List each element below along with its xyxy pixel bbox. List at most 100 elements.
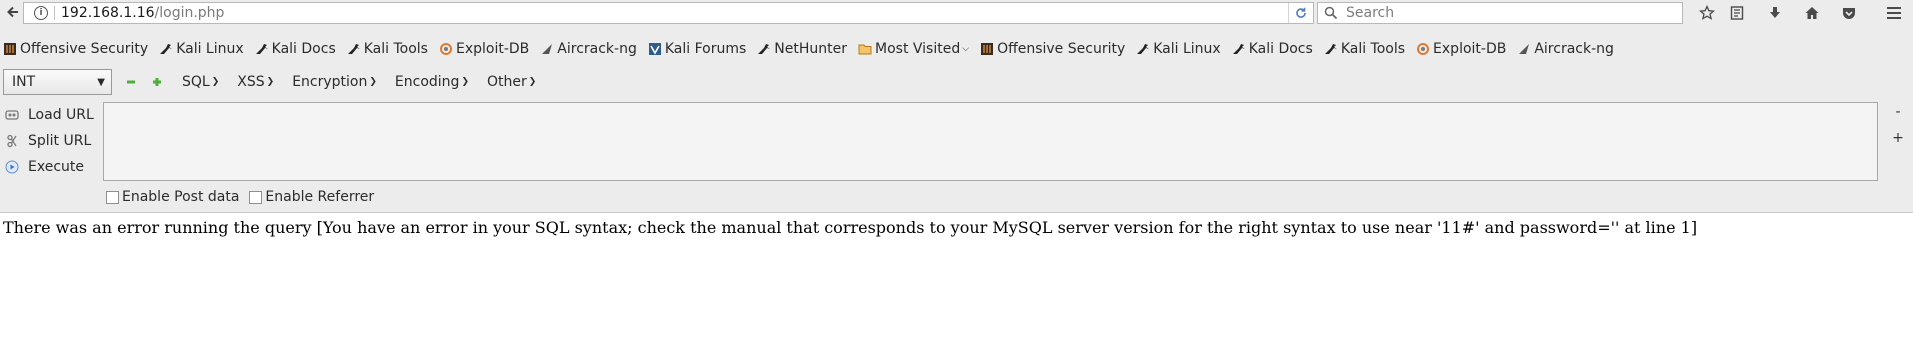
- bookmark-kali-linux[interactable]: Kali Linux: [159, 41, 244, 57]
- bookmark-kali-tools[interactable]: Kali Tools: [1324, 41, 1405, 57]
- bookmark-kali-tools[interactable]: Kali Tools: [347, 41, 428, 57]
- bookmarks-toolbar: Offensive Security Kali Linux Kali Docs …: [0, 38, 1913, 60]
- sql-error-message: There was an error running the query [Yo…: [3, 218, 1698, 237]
- search-placeholder: Search: [1346, 5, 1395, 21]
- execute-label: Execute: [28, 159, 84, 175]
- chevron-down-icon: ⌵: [962, 44, 970, 54]
- downloads-button[interactable]: [1762, 2, 1788, 24]
- menu-label: Other: [486, 74, 527, 90]
- bookmark-kali-docs[interactable]: Kali Docs: [255, 41, 336, 57]
- split-url-button[interactable]: Split URL: [4, 128, 104, 154]
- enable-referrer-label: Enable Referrer: [265, 189, 375, 205]
- enable-referrer-option[interactable]: Enable Referrer: [249, 189, 374, 205]
- download-arrow-icon: [1770, 7, 1780, 18]
- menu-other[interactable]: Other ❯: [487, 74, 536, 90]
- decrement-button[interactable]: [124, 75, 138, 89]
- kali-forums-icon: [648, 42, 662, 56]
- increment-button[interactable]: [150, 75, 164, 89]
- url-bar[interactable]: i 192.168.1.16/login.php: [23, 2, 1314, 24]
- bookmark-most-visited[interactable]: Most Visited ⌵: [858, 41, 969, 57]
- load-url-icon: [4, 107, 20, 123]
- load-url-button[interactable]: Load URL: [4, 102, 104, 128]
- menu-encoding[interactable]: Encoding ❯: [395, 74, 469, 90]
- menu-label: Encryption: [292, 74, 368, 90]
- star-icon: [1699, 5, 1715, 20]
- menu-label: SQL: [182, 74, 210, 90]
- chevron-down-icon: ❯: [369, 77, 377, 87]
- bookmarks-library-icon: [1730, 6, 1744, 20]
- pocket-button[interactable]: [1836, 2, 1862, 24]
- bookmark-aircrack-ng[interactable]: Aircrack-ng: [1517, 41, 1614, 57]
- hackbar-url-textarea[interactable]: [103, 102, 1878, 181]
- menu-label: Encoding: [394, 74, 460, 90]
- menu-xss[interactable]: XSS ❯: [237, 74, 274, 90]
- execute-button[interactable]: Execute: [4, 154, 104, 180]
- bookmark-aircrack-ng[interactable]: Aircrack-ng: [540, 41, 637, 57]
- enable-referrer-checkbox[interactable]: [249, 190, 263, 204]
- kali-dragon-icon: [347, 42, 361, 56]
- bookmark-label: Kali Docs: [271, 41, 336, 57]
- aircrack-icon: [1517, 42, 1531, 56]
- chevron-down-icon: ❯: [528, 77, 537, 87]
- hackbar-actions: Load URL Split URL Execute: [4, 102, 104, 180]
- shrink-textarea-button[interactable]: -: [1890, 104, 1906, 120]
- bookmark-label: Aircrack-ng: [1534, 41, 1614, 57]
- expand-textarea-button[interactable]: +: [1890, 130, 1906, 146]
- exploitdb-icon: [1416, 42, 1430, 56]
- bookmark-offensive-security[interactable]: Offensive Security: [3, 41, 148, 57]
- enable-post-data-option[interactable]: Enable Post data: [106, 189, 239, 205]
- plus-green-icon: [153, 78, 161, 86]
- bookmark-offensive-security[interactable]: Offensive Security: [980, 41, 1125, 57]
- site-info-icon[interactable]: i: [34, 6, 48, 20]
- split-url-icon: [4, 133, 20, 149]
- menu-encryption[interactable]: Encryption ❯: [292, 74, 377, 90]
- kali-dragon-icon: [757, 42, 771, 56]
- bookmark-kali-linux[interactable]: Kali Linux: [1136, 41, 1221, 57]
- bookmark-label: Kali Docs: [1248, 41, 1313, 57]
- menu-sql[interactable]: SQL ❯: [182, 74, 219, 90]
- bookmark-exploit-db[interactable]: Exploit-DB: [1416, 41, 1506, 57]
- search-bar[interactable]: Search: [1317, 2, 1683, 24]
- bookmark-kali-docs[interactable]: Kali Docs: [1232, 41, 1313, 57]
- search-icon: [1324, 6, 1338, 20]
- int-type-select[interactable]: INT ▼: [3, 69, 112, 95]
- url-divider: [54, 6, 55, 20]
- menu-button[interactable]: [1881, 2, 1907, 24]
- reading-list-button[interactable]: [1724, 2, 1750, 24]
- bookmark-label: Offensive Security: [20, 41, 149, 57]
- load-url-label: Load URL: [28, 107, 94, 123]
- chevron-down-icon: ❯: [266, 77, 275, 87]
- bookmark-label: Kali Linux: [1153, 41, 1221, 57]
- bookmark-label: Exploit-DB: [455, 41, 530, 57]
- kali-dragon-icon: [1232, 42, 1246, 56]
- navigation-bar: i 192.168.1.16/login.php Search: [0, 0, 1913, 26]
- offsec-icon: [3, 42, 17, 56]
- split-url-label: Split URL: [28, 133, 92, 149]
- kali-dragon-icon: [1136, 42, 1150, 56]
- chevron-down-icon: ▼: [97, 76, 105, 88]
- chevron-down-icon: ❯: [461, 77, 469, 87]
- aircrack-icon: [540, 42, 554, 56]
- bookmark-label: Kali Linux: [176, 41, 244, 57]
- reload-button[interactable]: [1288, 3, 1313, 23]
- menu-label: XSS: [237, 74, 265, 90]
- pocket-icon: [1843, 8, 1855, 19]
- hackbar-toolbar: INT ▼ SQL ❯ XSS ❯ Encryption ❯ Encoding ❯ Ot…: [0, 69, 1913, 95]
- bookmark-exploit-db[interactable]: Exploit-DB: [439, 41, 529, 57]
- kali-dragon-icon: [1324, 42, 1338, 56]
- bookmark-label: Exploit-DB: [1433, 41, 1507, 57]
- minus-green-icon: [127, 80, 135, 84]
- bookmark-kali-forums[interactable]: Kali Forums: [648, 41, 746, 57]
- enable-post-data-label: Enable Post data: [122, 189, 240, 205]
- home-button[interactable]: [1799, 2, 1825, 24]
- bookmark-label: Offensive Security: [997, 41, 1126, 57]
- bookmark-nethunter[interactable]: NetHunter: [757, 41, 847, 57]
- folder-icon: [858, 42, 872, 56]
- enable-post-data-checkbox[interactable]: [106, 190, 119, 204]
- back-arrow-icon: [7, 6, 18, 18]
- bookmark-label: Most Visited: [875, 41, 961, 57]
- reload-icon: [1296, 7, 1306, 18]
- hamburger-menu-icon: [1887, 7, 1901, 19]
- bookmark-star-button[interactable]: [1694, 2, 1720, 24]
- chrome-divider: [0, 212, 1913, 213]
